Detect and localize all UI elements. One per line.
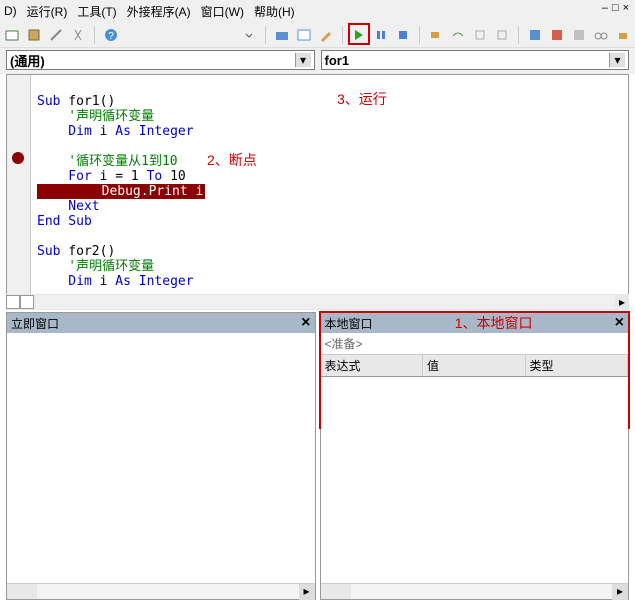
step-out-icon[interactable] [472, 27, 488, 43]
glasses-icon[interactable] [593, 27, 609, 43]
menu-bar: D) 运行(R) 工具(T) 外接程序(A) 窗口(W) 帮助(H) – □ × [0, 0, 635, 22]
separator [94, 26, 95, 44]
view-icon[interactable] [4, 27, 20, 43]
locals-window: 本地窗口 1、本地窗口 × <准备> 表达式 值 类型 ▸ [320, 312, 630, 600]
bottom-panes: 立即窗口 × ▸ 本地窗口 1、本地窗口 × <准备> 表达式 值 类型 ▸ [6, 312, 629, 600]
close-icon[interactable]: × [623, 2, 629, 14]
window-controls: – □ × [602, 2, 629, 14]
menu-run[interactable]: 运行(R) [27, 3, 68, 20]
arrow-icon[interactable] [241, 27, 257, 43]
help-icon[interactable]: ? [103, 27, 119, 43]
annotation-2: 2、断点 [207, 150, 257, 170]
full-view-tab[interactable] [6, 295, 20, 309]
browser-icon[interactable] [571, 27, 587, 43]
chevron-down-icon[interactable]: ▾ [609, 53, 625, 67]
toolbox2-icon[interactable] [615, 27, 631, 43]
toolbar: ? [0, 22, 635, 48]
code-scroll: ▸ [6, 294, 629, 310]
separator [518, 26, 519, 44]
menu-addins[interactable]: 外接程序(A) [127, 3, 191, 20]
run-highlight-box [348, 23, 370, 45]
maximize-icon[interactable]: □ [612, 2, 619, 14]
locals-body[interactable] [321, 377, 629, 583]
procedure-dropdown-text: for1 [325, 53, 610, 68]
svg-text:?: ? [108, 31, 114, 42]
separator [342, 26, 343, 44]
wand-icon[interactable] [48, 27, 64, 43]
menu-help[interactable]: 帮助(H) [254, 3, 295, 20]
locals-hscroll[interactable]: ▸ [321, 583, 629, 599]
object-dropdown[interactable]: (通用) ▾ [6, 50, 315, 70]
immediate-title-bar: 立即窗口 × [7, 313, 315, 333]
immediate-title: 立即窗口 [11, 315, 59, 332]
minimize-icon[interactable]: – [602, 2, 608, 14]
form-icon[interactable] [296, 27, 312, 43]
toolbox-icon[interactable] [274, 27, 290, 43]
breakpoint-icon[interactable] [12, 152, 24, 164]
step-icon[interactable] [428, 27, 444, 43]
object-dropdown-text: (通用) [10, 51, 295, 70]
code-editor[interactable]: Sub for1() '声明循环变量 Dim i As Integer '循环变… [6, 74, 629, 300]
view-tabs [6, 295, 36, 309]
project-icon[interactable] [527, 27, 543, 43]
breakpoint-line: Debug.Print i [37, 184, 205, 199]
stop-icon[interactable] [395, 27, 411, 43]
menu-window[interactable]: 窗口(W) [201, 3, 244, 20]
step-over-icon[interactable] [450, 27, 466, 43]
separator [419, 26, 420, 44]
immediate-window: 立即窗口 × ▸ [6, 312, 316, 600]
pencil-icon[interactable] [318, 27, 334, 43]
annotation-3: 3、运行 [337, 89, 387, 109]
scroll-right-icon[interactable]: ▸ [299, 584, 315, 600]
properties-icon[interactable] [549, 27, 565, 43]
chevron-down-icon[interactable]: ▾ [295, 53, 311, 67]
scroll-right-icon[interactable]: ▸ [615, 295, 629, 309]
dropdown-bar: (通用) ▾ for1 ▾ [0, 48, 635, 74]
code-content: Sub for1() '声明循环变量 Dim i As Integer '循环变… [37, 79, 241, 300]
pause-icon[interactable] [373, 27, 389, 43]
close-icon[interactable]: × [301, 314, 310, 332]
procedure-dropdown[interactable]: for1 ▾ [321, 50, 630, 70]
menu-tools[interactable]: 工具(T) [77, 3, 116, 20]
menu-d[interactable]: D) [4, 4, 17, 18]
scroll-track[interactable] [36, 295, 615, 309]
immediate-body[interactable] [7, 333, 315, 583]
proc-view-tab[interactable] [20, 295, 34, 309]
scroll-right-icon[interactable]: ▸ [612, 584, 628, 600]
cut-icon[interactable] [70, 27, 86, 43]
immediate-hscroll[interactable]: ▸ [7, 583, 315, 599]
watch-icon[interactable] [494, 27, 510, 43]
gutter [7, 75, 31, 299]
insert-icon[interactable] [26, 27, 42, 43]
separator [265, 26, 266, 44]
